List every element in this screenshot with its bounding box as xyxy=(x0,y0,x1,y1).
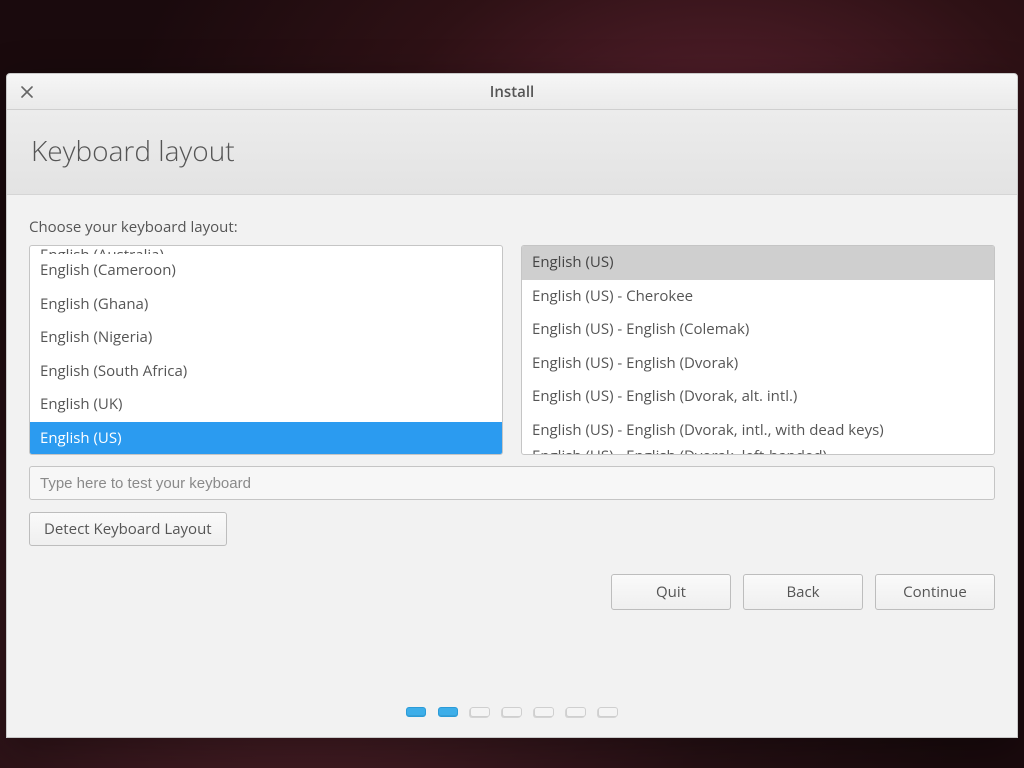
desktop-background: Install Keyboard layout Choose your keyb… xyxy=(0,0,1024,768)
continue-button[interactable]: Continue xyxy=(875,574,995,610)
list-item[interactable]: English (US) - English (Colemak) xyxy=(522,313,994,347)
list-item[interactable]: English (Ghana) xyxy=(30,288,502,322)
list-item[interactable]: English (Nigeria) xyxy=(30,321,502,355)
prompt-label: Choose your keyboard layout: xyxy=(29,217,995,237)
pager-dot xyxy=(598,707,618,717)
page-heading: Keyboard layout xyxy=(31,132,993,170)
pager-dot xyxy=(406,707,426,717)
list-item[interactable]: English (US) - English (Dvorak) xyxy=(522,347,994,381)
list-item[interactable]: English (US) - English (Dvorak, intl., w… xyxy=(522,414,994,448)
detect-layout-button[interactable]: Detect Keyboard Layout xyxy=(29,512,227,546)
content-area: Choose your keyboard layout: English (Au… xyxy=(7,195,1017,737)
close-icon xyxy=(21,81,33,103)
step-pager xyxy=(29,693,995,727)
pager-dot xyxy=(534,707,554,717)
list-item[interactable]: English (US) - English (Dvorak, left-han… xyxy=(522,447,994,455)
pager-dot xyxy=(566,707,586,717)
list-item[interactable]: English (US) - Cherokee xyxy=(522,280,994,314)
list-item-selected[interactable]: English (US) xyxy=(30,422,502,456)
close-button[interactable] xyxy=(15,80,39,104)
list-item-selected[interactable]: English (US) xyxy=(522,246,994,280)
layout-lists: English (Australia) English (Cameroon) E… xyxy=(29,245,995,455)
list-item[interactable]: English (UK) xyxy=(30,388,502,422)
list-item[interactable]: English (Australia) xyxy=(30,246,502,254)
window-title: Install xyxy=(7,82,1017,102)
keyboard-test-input[interactable] xyxy=(29,466,995,500)
pager-dot xyxy=(470,707,490,717)
pager-dot xyxy=(502,707,522,717)
list-item[interactable]: English (South Africa) xyxy=(30,355,502,389)
titlebar: Install xyxy=(7,74,1017,110)
back-button[interactable]: Back xyxy=(743,574,863,610)
footer-buttons: Quit Back Continue xyxy=(29,574,995,610)
page-header: Keyboard layout xyxy=(7,110,1017,195)
quit-button[interactable]: Quit xyxy=(611,574,731,610)
list-item[interactable]: English (Cameroon) xyxy=(30,254,502,288)
detect-row: Detect Keyboard Layout xyxy=(29,512,995,546)
pager-dot xyxy=(438,707,458,717)
variant-listbox[interactable]: English (US) English (US) - Cherokee Eng… xyxy=(521,245,995,455)
list-item[interactable]: English (US) - English (Dvorak, alt. int… xyxy=(522,380,994,414)
installer-window: Install Keyboard layout Choose your keyb… xyxy=(6,73,1018,738)
layout-listbox[interactable]: English (Australia) English (Cameroon) E… xyxy=(29,245,503,455)
